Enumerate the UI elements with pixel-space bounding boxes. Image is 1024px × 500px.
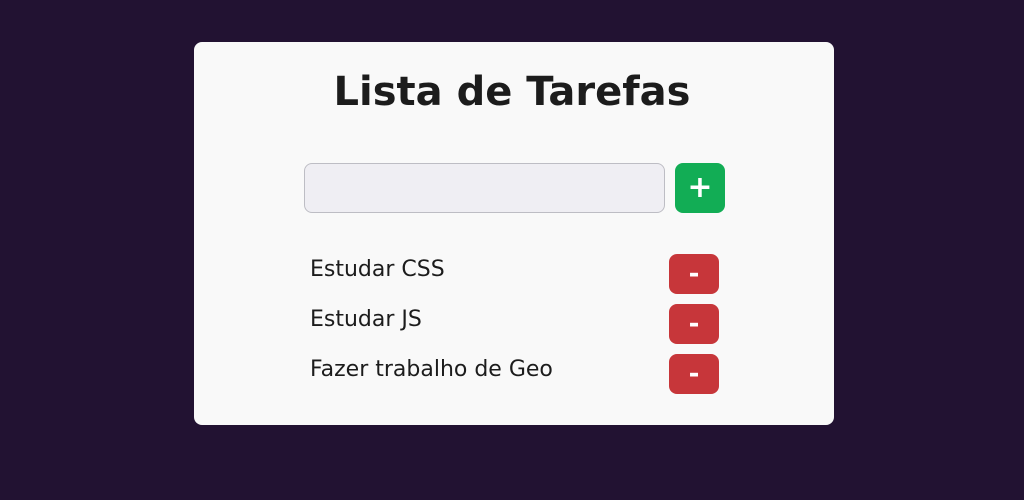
task-item: Estudar CSS - (310, 254, 720, 294)
task-label: Estudar CSS (310, 257, 445, 282)
task-item: Fazer trabalho de Geo - (310, 354, 720, 394)
page-title: Lista de Tarefas (333, 69, 691, 115)
remove-task-button[interactable]: - (669, 254, 719, 294)
add-task-button[interactable]: + (675, 163, 725, 213)
remove-task-button[interactable]: - (669, 304, 719, 344)
task-input[interactable] (304, 163, 665, 213)
task-list: Estudar CSS - Estudar JS - Fazer trabalh… (310, 254, 720, 404)
task-label: Estudar JS (310, 307, 422, 332)
remove-task-button[interactable]: - (669, 354, 719, 394)
task-label: Fazer trabalho de Geo (310, 357, 553, 382)
task-item: Estudar JS - (310, 304, 720, 344)
